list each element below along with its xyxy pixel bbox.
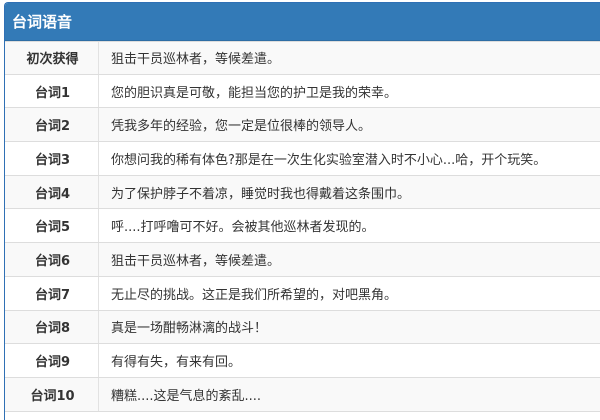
row-label: 台词9 — [5, 344, 99, 377]
row-label: 台词5 — [5, 209, 99, 243]
row-text: 真是一场酣畅淋漓的战斗！ — [111, 321, 268, 337]
voice-lines-table: 初次获得 狙击干员巡林者，等候差遣。 台词1 您的胆识真是可敬，能担当您的护卫是… — [5, 41, 600, 412]
row-text: 狙击干员巡林者，等候差遣。 — [111, 253, 281, 269]
row-text: 你想问我的稀有体色?那是在一次生化实验室潜入时不小心...哈，开个玩笑。 — [111, 152, 547, 168]
table-row: 台词6 狙击干员巡林者，等候差遣。 — [5, 243, 600, 277]
table-row: 台词4 为了保护脖子不着凉，睡觉时我也得戴着这条围巾。 — [5, 175, 600, 210]
row-label: 台词7 — [5, 276, 99, 310]
table-row: 台词10 糟糕....这是气息的紊乱.... — [5, 377, 600, 412]
table-row: 台词3 你想问我的稀有体色?那是在一次生化实验室潜入时不小心...哈，开个玩笑。 — [5, 142, 600, 176]
row-text: 为了保护脖子不着凉，睡觉时我也得戴着这条围巾。 — [111, 186, 411, 202]
table-row: 台词8 真是一场酣畅淋漓的战斗！ — [5, 310, 600, 345]
row-label: 台词8 — [5, 310, 99, 344]
table-row: 台词9 有得有失，有来有回。 — [5, 344, 600, 378]
row-text: 呼....打呼噜可不好。会被其他巡林者发现的。 — [111, 220, 375, 236]
row-label: 台词3 — [5, 142, 99, 175]
row-label: 初次获得 — [5, 42, 99, 74]
row-text: 糟糕....这是气息的紊乱.... — [111, 388, 262, 404]
row-text: 有得有失，有来有回。 — [111, 355, 242, 371]
row-label: 台词4 — [5, 175, 99, 209]
row-text: 您的胆识真是可敬，能担当您的护卫是我的荣幸。 — [111, 85, 398, 101]
row-label: 台词6 — [5, 243, 99, 276]
row-text: 狙击干员巡林者，等候差遣。 — [111, 52, 281, 68]
table-row: 初次获得 狙击干员巡林者，等候差遣。 — [5, 41, 600, 75]
voice-lines-panel: 台词语音 初次获得 狙击干员巡林者，等候差遣。 台词1 您的胆识真是可敬，能担当… — [4, 2, 600, 420]
row-label: 台词10 — [5, 377, 99, 411]
table-row: 台词7 无止尽的挑战。这正是我们所希望的，对吧黑角。 — [5, 276, 600, 311]
row-text: 凭我多年的经验，您一定是位很棒的领导人。 — [111, 119, 372, 135]
panel-title: 台词语音 — [5, 3, 600, 41]
table-row: 台词1 您的胆识真是可敬，能担当您的护卫是我的荣幸。 — [5, 74, 600, 109]
row-label: 台词1 — [5, 74, 99, 108]
row-label: 台词2 — [5, 108, 99, 142]
table-row: 台词5 呼....打呼噜可不好。会被其他巡林者发现的。 — [5, 209, 600, 244]
row-text: 无止尽的挑战。这正是我们所希望的，对吧黑角。 — [111, 287, 398, 303]
table-row: 台词2 凭我多年的经验，您一定是位很棒的领导人。 — [5, 108, 600, 143]
